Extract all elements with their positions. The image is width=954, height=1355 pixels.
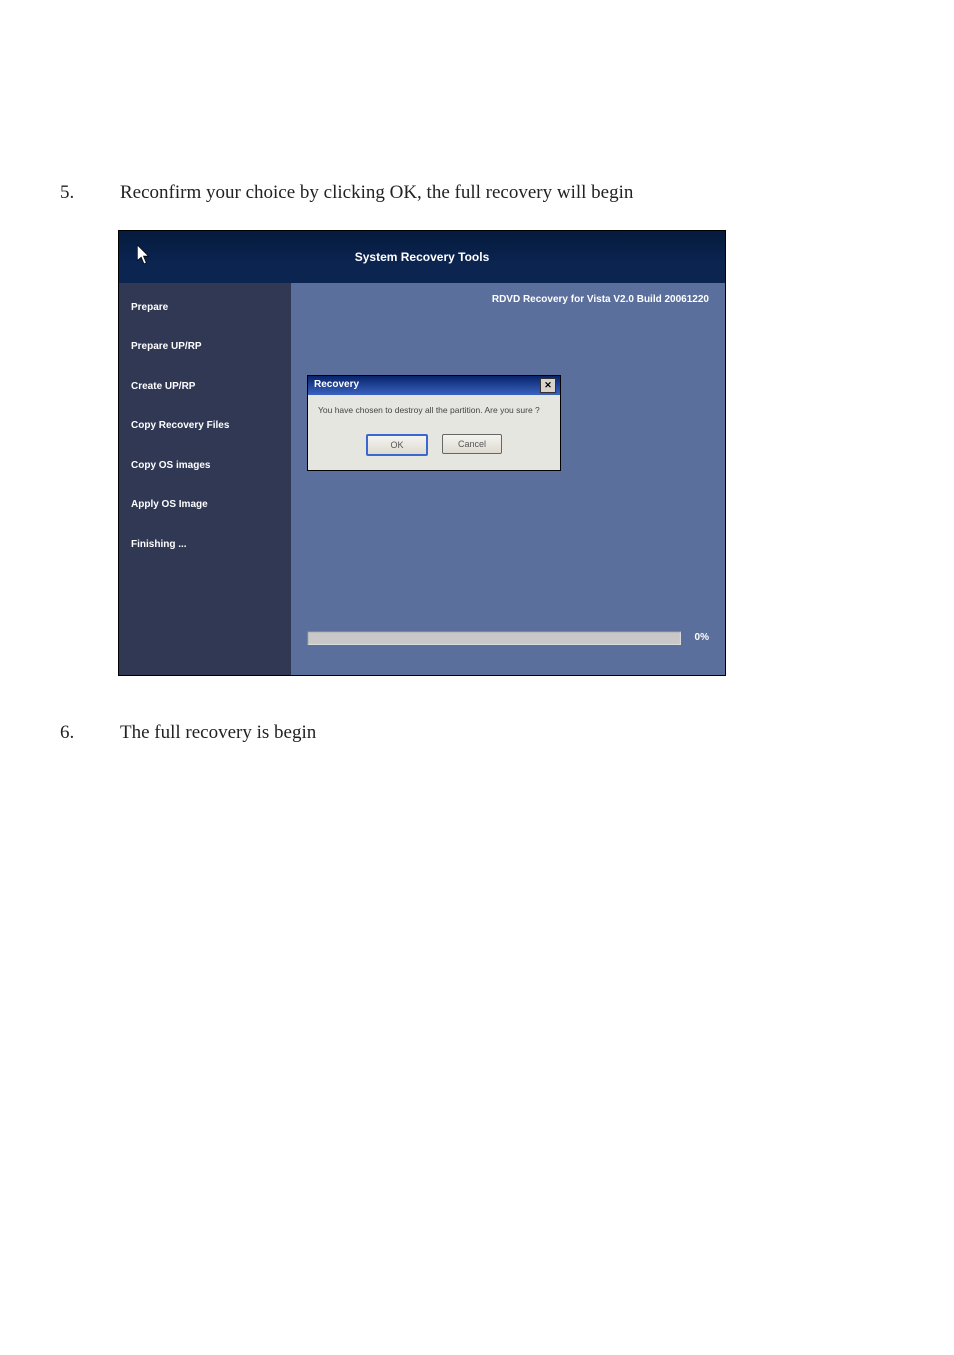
sidebar: Prepare Prepare UP/RP Create UP/RP Copy … bbox=[119, 283, 291, 675]
sidebar-item-copy-os-images: Copy OS images bbox=[131, 459, 281, 473]
dialog-body: You have chosen to destroy all the parti… bbox=[308, 395, 560, 470]
progress-percent: 0% bbox=[687, 631, 709, 645]
sidebar-item-create-uprp: Create UP/RP bbox=[131, 380, 281, 394]
dialog-title: Recovery bbox=[314, 378, 359, 392]
main-panel: RDVD Recovery for Vista V2.0 Build 20061… bbox=[291, 283, 725, 675]
sidebar-item-prepare: Prepare bbox=[131, 301, 281, 315]
recovery-dialog[interactable]: Recovery ✕ You have chosen to destroy al… bbox=[307, 375, 561, 471]
sidebar-item-apply-os-image: Apply OS Image bbox=[131, 498, 281, 512]
close-button[interactable]: ✕ bbox=[540, 378, 556, 393]
step-6: 6. The full recovery is begin bbox=[60, 720, 894, 746]
step-6-number: 6. bbox=[60, 720, 120, 746]
window-titlebar: System Recovery Tools bbox=[119, 231, 725, 283]
close-icon: ✕ bbox=[544, 381, 552, 390]
step-5-text: Reconfirm your choice by clicking OK, th… bbox=[120, 180, 894, 206]
document-page: 5. Reconfirm your choice by clicking OK,… bbox=[0, 0, 954, 1355]
step-5: 5. Reconfirm your choice by clicking OK,… bbox=[60, 180, 894, 206]
progress-row: 0% bbox=[307, 631, 709, 645]
sidebar-item-copy-recovery-files: Copy Recovery Files bbox=[131, 419, 281, 433]
progress-bar bbox=[307, 631, 681, 645]
dialog-titlebar[interactable]: Recovery ✕ bbox=[308, 376, 560, 395]
dialog-message: You have chosen to destroy all the parti… bbox=[318, 405, 550, 416]
ok-button[interactable]: OK bbox=[366, 434, 428, 456]
dialog-buttons: OK Cancel bbox=[318, 434, 550, 456]
sidebar-item-prepare-uprp: Prepare UP/RP bbox=[131, 340, 281, 354]
version-label: RDVD Recovery for Vista V2.0 Build 20061… bbox=[291, 283, 725, 307]
step-6-text: The full recovery is begin bbox=[120, 720, 894, 746]
recovery-window: System Recovery Tools Prepare Prepare UP… bbox=[118, 230, 726, 676]
sidebar-item-finishing: Finishing ... bbox=[131, 538, 281, 552]
screenshot-figure: System Recovery Tools Prepare Prepare UP… bbox=[118, 230, 726, 676]
step-5-number: 5. bbox=[60, 180, 120, 206]
window-title: System Recovery Tools bbox=[355, 249, 490, 265]
window-body: Prepare Prepare UP/RP Create UP/RP Copy … bbox=[119, 283, 725, 675]
mouse-cursor-icon bbox=[137, 245, 151, 265]
cancel-button[interactable]: Cancel bbox=[442, 434, 502, 454]
